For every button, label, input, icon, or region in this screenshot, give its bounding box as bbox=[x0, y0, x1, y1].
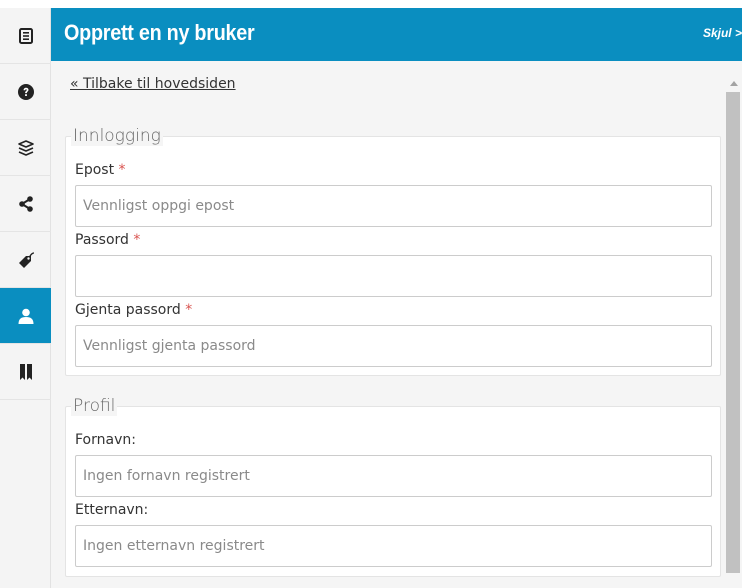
help-icon bbox=[17, 83, 34, 100]
repeat-password-label: Gjenta passord * bbox=[75, 302, 192, 318]
sidebar-item-user[interactable] bbox=[0, 288, 51, 344]
scrollbar[interactable] bbox=[726, 61, 742, 588]
user-icon bbox=[18, 308, 33, 324]
first-name-field[interactable] bbox=[75, 455, 712, 497]
required-marker: * bbox=[133, 232, 141, 248]
email-label: Epost * bbox=[75, 162, 126, 178]
sidebar-item-help[interactable] bbox=[0, 64, 51, 120]
sidebar-item-tag[interactable] bbox=[0, 232, 51, 288]
sidebar-item-layers[interactable] bbox=[0, 120, 51, 176]
sidebar-item-bookmarks[interactable] bbox=[0, 344, 51, 400]
required-marker: * bbox=[118, 162, 126, 178]
page-title: Opprett en ny bruker bbox=[64, 20, 255, 45]
sidebar-item-document[interactable] bbox=[0, 8, 51, 64]
content-area: « Tilbake til hovedsiden Innlogging Epos… bbox=[51, 61, 726, 588]
repeat-password-field[interactable] bbox=[75, 325, 712, 367]
tag-icon bbox=[18, 251, 34, 268]
password-field[interactable] bbox=[75, 255, 712, 297]
layers-icon bbox=[17, 139, 34, 156]
sidebar-item-share[interactable] bbox=[0, 176, 51, 232]
last-name-label: Etternavn: bbox=[75, 502, 149, 518]
top-strip bbox=[0, 0, 742, 8]
scroll-up-arrow-icon[interactable] bbox=[730, 81, 738, 86]
login-fieldset: Innlogging Epost * Passord * Gjenta pass… bbox=[65, 126, 721, 376]
scrollbar-thumb[interactable] bbox=[726, 92, 740, 573]
last-name-field[interactable] bbox=[75, 525, 712, 567]
document-icon bbox=[18, 27, 33, 44]
login-legend: Innlogging bbox=[71, 126, 163, 146]
bookmarks-icon bbox=[19, 363, 32, 380]
first-name-label: Fornavn: bbox=[75, 432, 136, 448]
repeat-password-label-text: Gjenta passord bbox=[75, 302, 181, 318]
required-marker: * bbox=[185, 302, 193, 318]
sidebar bbox=[0, 8, 51, 588]
password-label: Passord * bbox=[75, 232, 140, 248]
hide-panel-button[interactable]: Skjul > bbox=[703, 26, 742, 40]
profile-legend: Profil bbox=[71, 396, 118, 416]
password-label-text: Passord bbox=[75, 232, 129, 248]
panel-header: Opprett en ny bruker Skjul > bbox=[51, 8, 742, 61]
profile-fieldset: Profil Fornavn: Etternavn: bbox=[65, 396, 721, 577]
email-label-text: Epost bbox=[75, 162, 115, 178]
share-icon bbox=[18, 195, 33, 212]
back-to-home-link[interactable]: « Tilbake til hovedsiden bbox=[70, 76, 236, 92]
email-field[interactable] bbox=[75, 185, 712, 227]
